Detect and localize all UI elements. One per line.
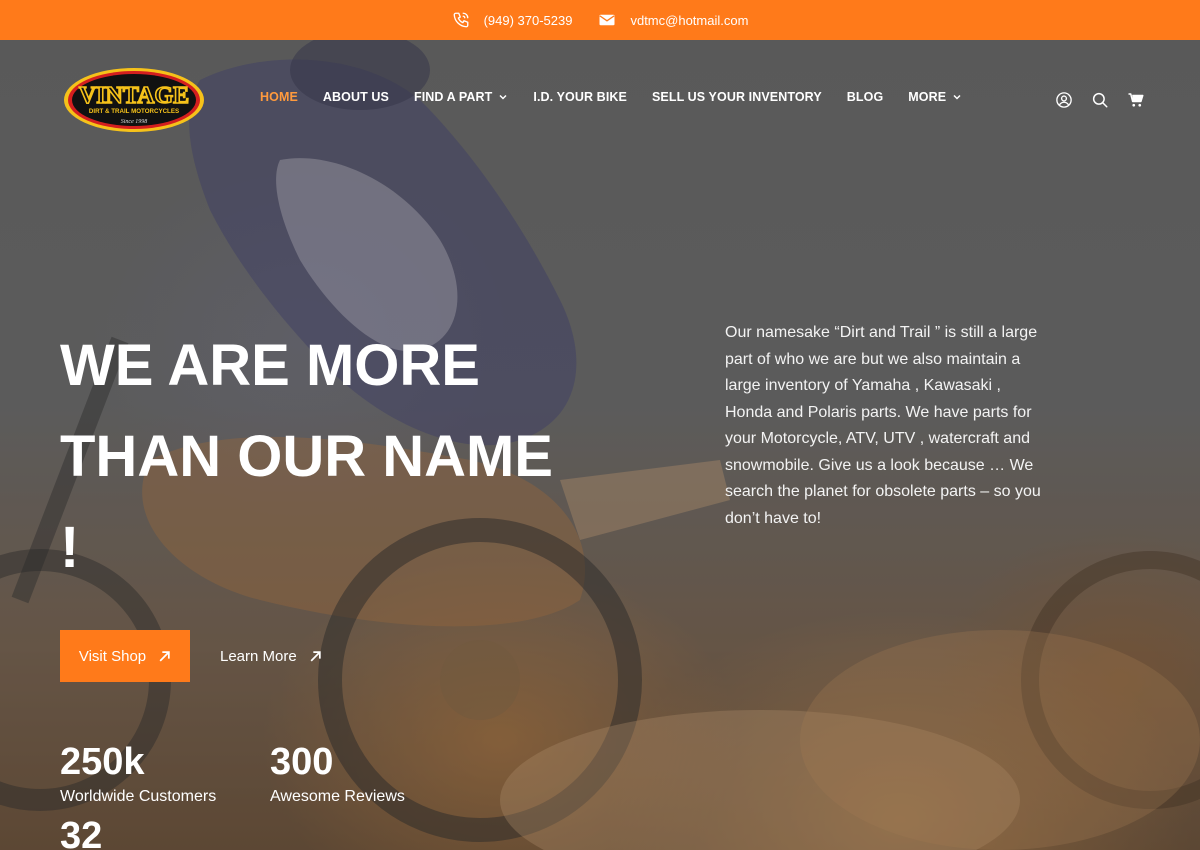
arrow-up-right-icon	[310, 650, 321, 661]
email-contact[interactable]: vdtmc@hotmail.com	[598, 11, 748, 29]
stat-value: 300	[270, 741, 334, 783]
phone-icon	[453, 12, 468, 28]
nav-blog[interactable]: BLOG	[847, 90, 884, 104]
hero-description: Our namesake “Dirt and Trail ” is still …	[725, 324, 1041, 527]
hero-headline-line-3: !	[60, 515, 80, 580]
hero-headline: WE ARE MORE THAN OUR NAME !	[60, 320, 620, 593]
visit-shop-button[interactable]: Visit Shop	[60, 630, 190, 682]
email-address[interactable]: vdtmc@hotmail.com	[630, 13, 748, 28]
nav-find-a-part[interactable]: FIND A PART	[414, 90, 508, 104]
stat-reviews: 300 Awesome Reviews	[270, 742, 405, 806]
nav-sell-inventory-label[interactable]: SELL US YOUR INVENTORY	[652, 90, 822, 104]
nav-more[interactable]: MORE	[908, 90, 962, 104]
nav-home[interactable]: HOME	[260, 90, 298, 104]
logo-since: Since 1998	[121, 119, 148, 125]
nav-more-label[interactable]: MORE	[908, 90, 946, 104]
stat-value: 32	[60, 815, 103, 850]
logo-brand: VINTAGE	[79, 83, 189, 109]
learn-more-label[interactable]: Learn More	[220, 648, 297, 665]
arrow-up-right-icon	[159, 650, 170, 661]
visit-shop-label[interactable]: Visit Shop	[79, 648, 146, 665]
hero-headline-line-2: THAN OUR NAME	[60, 424, 553, 489]
chevron-down-icon[interactable]	[498, 92, 508, 102]
nav-blog-label[interactable]: BLOG	[847, 90, 884, 104]
stat-label: Worldwide Customers	[60, 788, 217, 805]
nav-sell-us-your-inventory[interactable]: SELL US YOUR INVENTORY	[652, 90, 822, 104]
stat-value: 250k	[60, 741, 145, 783]
nav-about-us-label[interactable]: ABOUT US	[323, 90, 389, 104]
logo-tagline: DIRT & TRAIL MOTORCYCLES	[89, 108, 179, 115]
stat-customers: 250k Worldwide Customers	[60, 742, 216, 806]
vintage-logo[interactable]: VINTAGE DIRT & TRAIL MOTORCYCLES Since 1…	[62, 66, 206, 134]
stat-third: 32	[60, 816, 102, 850]
learn-more-button[interactable]: Learn More	[220, 630, 322, 682]
nav-home-label[interactable]: HOME	[260, 90, 298, 104]
top-contact-bar: (949) 370-5239 vdtmc@hotmail.com	[0, 0, 1200, 40]
search-icon[interactable]	[1091, 91, 1109, 109]
envelope-icon	[599, 14, 615, 26]
nav-id-your-bike[interactable]: I.D. YOUR BIKE	[533, 90, 627, 104]
phone-contact[interactable]: (949) 370-5239	[452, 11, 573, 29]
phone-number[interactable]: (949) 370-5239	[484, 13, 573, 28]
nav-about-us[interactable]: ABOUT US	[323, 90, 389, 104]
account-icon[interactable]	[1055, 91, 1073, 109]
chevron-down-icon[interactable]	[952, 92, 962, 102]
header-actions	[1055, 91, 1145, 109]
nav-id-your-bike-label[interactable]: I.D. YOUR BIKE	[533, 90, 627, 104]
cart-icon[interactable]	[1127, 91, 1145, 109]
nav-find-a-part-label[interactable]: FIND A PART	[414, 90, 492, 104]
stat-label: Awesome Reviews	[270, 788, 405, 805]
main-nav: HOME ABOUT US FIND A PART I.D. YOUR BIKE…	[260, 90, 962, 104]
hero-headline-line-1: WE ARE MORE	[60, 333, 480, 398]
